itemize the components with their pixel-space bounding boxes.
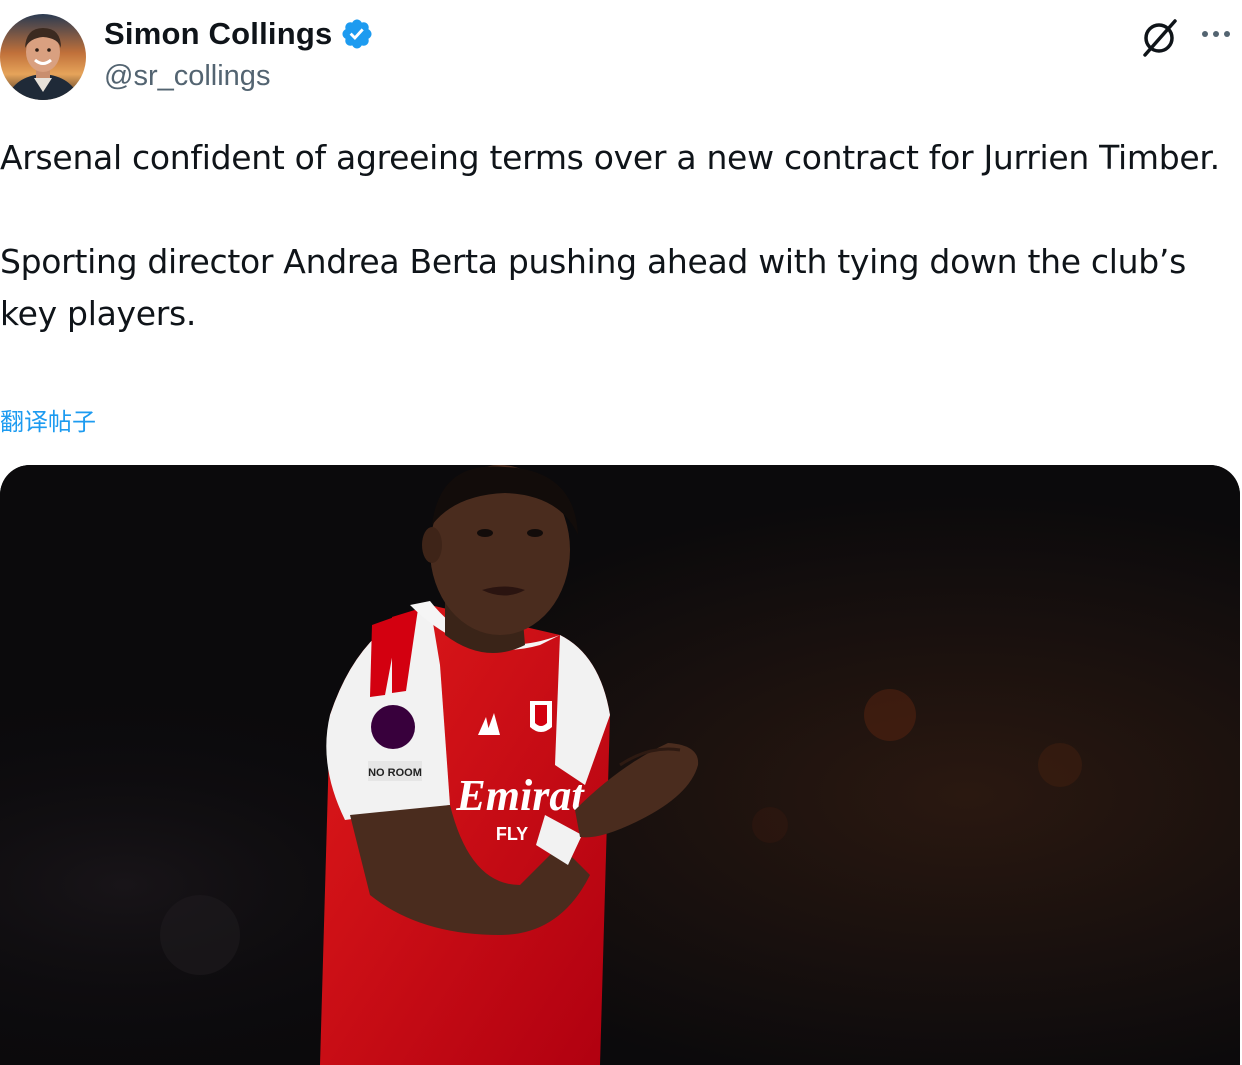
translate-post-link[interactable]: 翻译帖子 — [0, 402, 96, 437]
tweet-text: Arsenal confident of agreeing terms over… — [0, 132, 1240, 340]
avatar[interactable] — [0, 14, 86, 100]
sleeve-patch-text: NO ROOM — [368, 767, 422, 779]
shirt-sponsor-line2: FLY — [496, 824, 528, 844]
grok-button[interactable] — [1138, 16, 1182, 60]
author-name-row: Simon Collings — [104, 14, 374, 54]
player-photo-image: NO ROOM Emirat FLY — [0, 465, 1240, 1065]
more-options-button[interactable] — [1196, 20, 1236, 52]
ellipsis-icon — [1202, 31, 1230, 37]
verified-badge-icon — [340, 17, 374, 51]
author-handle[interactable]: @sr_collings — [104, 60, 270, 93]
author-display-name[interactable]: Simon Collings — [104, 16, 332, 52]
slashed-circle-icon — [1143, 19, 1177, 57]
tweet-photo[interactable]: NO ROOM Emirat FLY — [0, 465, 1240, 1065]
shirt-sponsor-text: Emirat — [455, 771, 585, 820]
tweet-paragraph-2: Sporting director Andrea Berta pushing a… — [0, 242, 1186, 333]
tweet-paragraph-1: Arsenal confident of agreeing terms over… — [0, 138, 1220, 177]
tweet-card: Simon Collings @sr_collings Arsenal conf… — [0, 0, 1242, 1065]
avatar-image — [0, 14, 86, 100]
